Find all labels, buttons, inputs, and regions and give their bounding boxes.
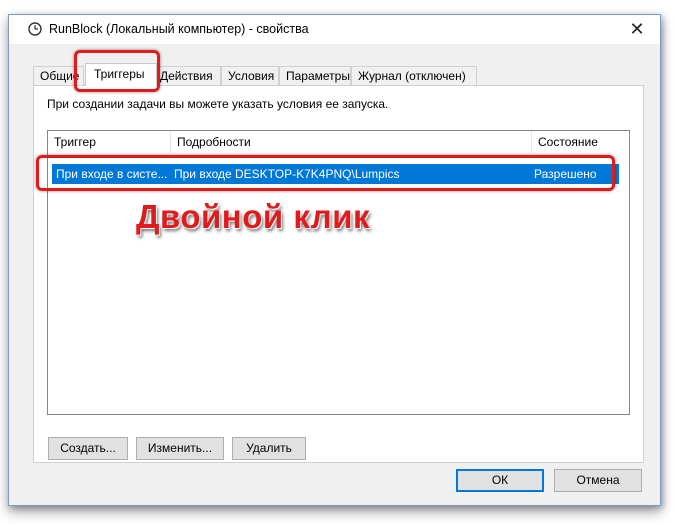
panel-description: При создании задачи вы можете указать ус… bbox=[47, 97, 389, 111]
close-button[interactable]: ✕ bbox=[614, 15, 660, 44]
create-button[interactable]: Создать... bbox=[48, 437, 128, 460]
delete-button[interactable]: Удалить bbox=[232, 437, 306, 460]
list-header: Триггер Подробности Состояние bbox=[48, 131, 629, 153]
column-details[interactable]: Подробности bbox=[171, 131, 532, 153]
ok-button[interactable]: ОК bbox=[456, 469, 544, 492]
tab-actions[interactable]: Действия bbox=[157, 66, 221, 85]
column-status[interactable]: Состояние bbox=[532, 131, 629, 153]
tab-history[interactable]: Журнал (отключен) bbox=[351, 66, 477, 85]
cancel-button[interactable]: Отмена bbox=[554, 469, 642, 492]
triggers-panel: При создании задачи вы можете указать ус… bbox=[33, 85, 644, 463]
tab-triggers[interactable]: Триггеры bbox=[85, 63, 157, 86]
edit-button[interactable]: Изменить... bbox=[136, 437, 224, 460]
window-title: RunBlock (Локальный компьютер) - свойств… bbox=[49, 22, 309, 36]
title-bar[interactable]: RunBlock (Локальный компьютер) - свойств… bbox=[9, 15, 660, 44]
row-highlight-frame bbox=[36, 155, 615, 191]
tab-settings[interactable]: Параметры bbox=[279, 66, 351, 85]
tab-conditions[interactable]: Условия bbox=[221, 66, 279, 85]
close-icon: ✕ bbox=[629, 19, 645, 39]
double-click-annotation: Двойной клик bbox=[136, 198, 371, 235]
clock-icon bbox=[28, 22, 42, 36]
column-trigger[interactable]: Триггер bbox=[48, 131, 171, 153]
